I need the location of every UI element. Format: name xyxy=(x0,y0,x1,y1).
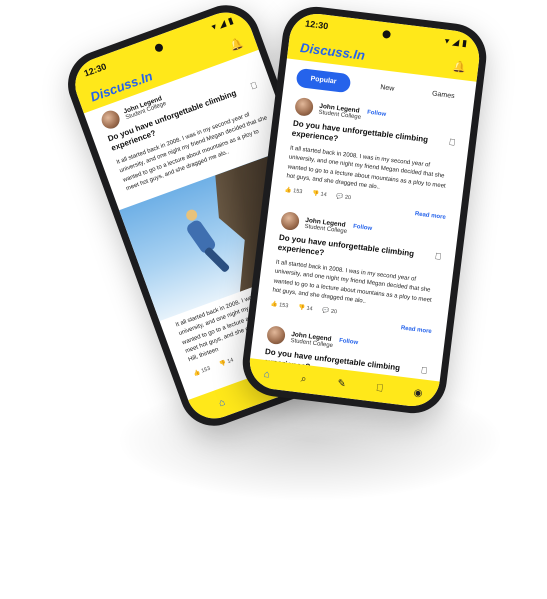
profile-icon[interactable]: ◉ xyxy=(413,387,423,399)
status-time: 12:30 xyxy=(82,61,108,79)
avatar[interactable] xyxy=(99,108,123,132)
battery-icon: ▮ xyxy=(461,37,468,48)
like-button[interactable]: 👍 153 xyxy=(193,365,212,377)
avatar[interactable] xyxy=(266,325,287,346)
wifi-icon: ▾ xyxy=(444,35,451,46)
comment-icon: 💬 xyxy=(322,308,330,315)
search-icon[interactable]: ⌕ xyxy=(300,373,307,385)
camera-hole xyxy=(381,29,391,39)
bookmark-icon[interactable]: ⎕ xyxy=(250,80,259,91)
dislike-button[interactable]: 👎 14 xyxy=(298,305,313,313)
thumbs-up-icon: 👍 xyxy=(270,301,278,309)
bookmark-icon[interactable]: ⎕ xyxy=(421,366,428,377)
post-card[interactable]: John Legend Follow Student College Do yo… xyxy=(269,89,473,227)
avatar[interactable] xyxy=(294,96,315,117)
home-icon[interactable]: ⌂ xyxy=(217,396,226,408)
thumbs-up-icon: 👍 xyxy=(284,187,292,195)
tab-games[interactable]: Games xyxy=(423,83,464,107)
signal-icon: ◢ xyxy=(216,17,227,30)
notification-bell-icon[interactable]: 🔔 xyxy=(452,59,467,74)
thumbs-down-icon: 👎 xyxy=(218,359,228,368)
edit-icon[interactable]: ✎ xyxy=(337,378,347,390)
app-logo: Discuss.In xyxy=(299,39,366,63)
avatar[interactable] xyxy=(280,211,301,232)
tab-popular[interactable]: Popular xyxy=(295,67,352,94)
home-icon[interactable]: ⌂ xyxy=(263,369,270,381)
front-phone-screen: 12:30 ▾ ◢ ▮ Discuss.In 🔔 Popular New Gam… xyxy=(246,10,483,410)
system-icons: ▾ ◢ ▮ xyxy=(444,35,468,49)
thumbs-down-icon: 👎 xyxy=(311,190,320,198)
tab-new[interactable]: New xyxy=(371,77,403,100)
dislike-button[interactable]: 👎 14 xyxy=(312,191,327,199)
like-button[interactable]: 👍 153 xyxy=(284,187,302,195)
climber-legs xyxy=(203,246,231,274)
bookmark-icon[interactable]: ⎕ xyxy=(435,251,442,262)
status-time: 12:30 xyxy=(304,18,329,32)
front-phone: 12:30 ▾ ◢ ▮ Discuss.In 🔔 Popular New Gam… xyxy=(238,2,491,418)
dislike-button[interactable]: 👎 14 xyxy=(219,357,235,368)
comment-button[interactable]: 💬 20 xyxy=(336,194,351,202)
bookmark-icon[interactable]: ⎕ xyxy=(449,137,456,148)
battery-icon: ▮ xyxy=(226,14,235,26)
notification-bell-icon[interactable]: 🔔 xyxy=(228,36,245,53)
comment-icon: 💬 xyxy=(336,193,344,201)
signal-icon: ◢ xyxy=(451,35,460,47)
saved-bookmark-icon[interactable]: ⎕ xyxy=(376,382,383,394)
like-button[interactable]: 👍 153 xyxy=(270,302,288,310)
post-card[interactable]: John Legend Follow Student College Do yo… xyxy=(255,204,459,342)
thumbs-down-icon: 👎 xyxy=(297,305,306,312)
comment-button[interactable]: 💬 20 xyxy=(322,308,337,316)
wifi-icon: ▾ xyxy=(209,20,218,32)
system-icons: ▾ ◢ ▮ xyxy=(210,15,235,33)
